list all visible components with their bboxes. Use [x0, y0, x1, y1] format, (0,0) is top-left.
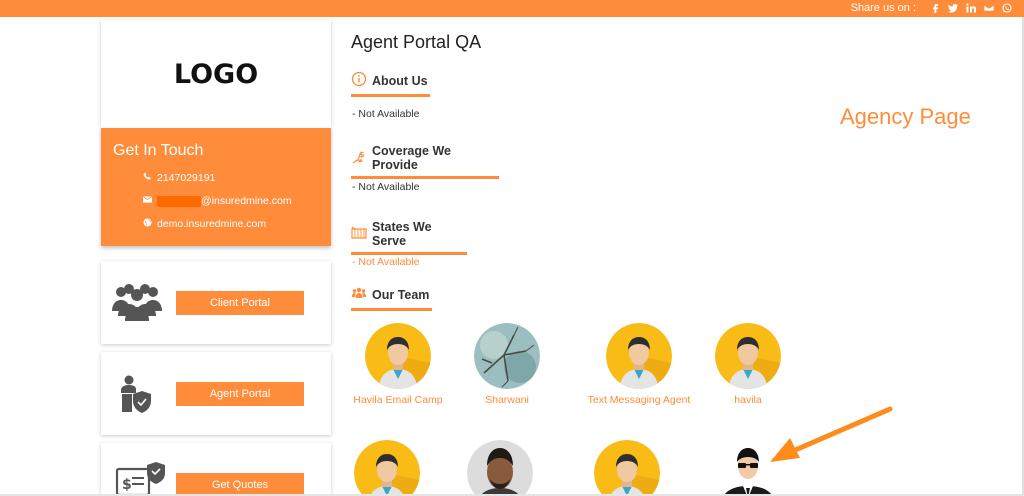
svg-text:$: $ — [359, 150, 365, 159]
quote-document-icon: $ — [115, 461, 167, 496]
client-portal-button[interactable]: Client Portal — [176, 291, 304, 315]
envelope-icon — [142, 195, 153, 207]
team-member-name: Havila Email Camp — [353, 394, 443, 406]
email-icon[interactable] — [984, 3, 994, 13]
share-links: Share us on : — [851, 2, 1012, 14]
hand-dollar-icon: $ — [351, 149, 367, 168]
team-member[interactable] — [567, 440, 687, 496]
contact-phone-row: 2147029191 — [143, 172, 215, 184]
agent-shield-icon — [117, 374, 153, 421]
team-member-name: Sharwani — [485, 394, 529, 406]
contact-title: Get In Touch — [113, 142, 204, 159]
section-underline — [351, 308, 432, 311]
svg-text:$: $ — [122, 477, 132, 493]
contact-email-row: @insuredmine.com — [142, 195, 292, 207]
top-share-bar: Share us on : — [0, 0, 1024, 17]
section-title: Coverage We Provide — [372, 144, 451, 172]
map-icon — [351, 225, 367, 244]
phone-icon — [143, 172, 152, 184]
agency-page-label: Agency Page — [840, 104, 971, 129]
team-member[interactable]: Text Messaging Agent — [579, 323, 699, 408]
group-icon — [109, 281, 165, 328]
section-title: Our Team — [372, 287, 430, 302]
team-member[interactable]: Havila Email Camp — [338, 323, 458, 408]
states-text: - Not Available — [352, 256, 420, 268]
section-underline — [351, 94, 430, 97]
info-icon — [351, 71, 367, 90]
share-label: Share us on : — [850, 2, 916, 14]
get-quotes-button[interactable]: Get Quotes — [176, 473, 304, 496]
get-quotes-card: $ Get Quotes — [101, 443, 331, 496]
redacted-email-user — [157, 195, 201, 207]
team-member[interactable]: Sharwani — [447, 323, 567, 408]
section-coverage: $ Coverage We Provide — [351, 144, 499, 179]
facebook-icon[interactable] — [930, 3, 940, 13]
contact-email[interactable]: @insuredmine.com — [201, 195, 292, 207]
whatsapp-icon[interactable] — [1002, 3, 1012, 13]
avatar-photo-tree — [474, 323, 540, 389]
contact-card: Get In Touch 2147029191 @insuredmine.com… — [101, 128, 331, 246]
team-member[interactable] — [327, 440, 447, 496]
contact-phone[interactable]: 2147029191 — [157, 172, 215, 184]
section-underline — [351, 252, 467, 255]
contact-website[interactable]: demo.insuredmine.com — [157, 218, 266, 230]
avatar-placeholder-icon — [606, 323, 672, 389]
section-title: States We Serve — [372, 220, 432, 248]
agent-portal-card: Agent Portal — [101, 352, 331, 435]
section-underline — [351, 176, 499, 179]
logo-card: LOGO — [101, 20, 331, 128]
team-member[interactable] — [440, 440, 560, 496]
team-member[interactable]: havila — [688, 323, 808, 408]
section-about-us: About Us — [351, 71, 430, 97]
annotation-arrow-icon — [770, 406, 893, 462]
linkedin-icon[interactable] — [966, 3, 976, 13]
logo: LOGO — [173, 58, 259, 90]
avatar-placeholder-icon — [715, 323, 781, 389]
about-us-text: - Not Available — [352, 108, 420, 120]
avatar-placeholder-icon — [365, 323, 431, 389]
client-portal-card: Client Portal — [101, 261, 331, 344]
globe-icon — [143, 218, 152, 230]
contact-website-row: demo.insuredmine.com — [143, 218, 266, 230]
team-member-name: Text Messaging Agent — [587, 394, 691, 406]
team-icon — [351, 285, 367, 304]
avatar-placeholder-icon — [354, 440, 420, 496]
avatar-photo-man — [467, 440, 533, 496]
agent-portal-button[interactable]: Agent Portal — [176, 382, 304, 406]
section-states: States We Serve — [351, 220, 467, 255]
avatar-placeholder-icon — [594, 440, 660, 496]
section-title: About Us — [372, 73, 428, 88]
twitter-icon[interactable] — [948, 3, 958, 13]
page-title: Agent Portal QA — [351, 32, 482, 52]
section-our-team: Our Team — [351, 285, 432, 311]
coverage-text: - Not Available — [352, 181, 420, 193]
